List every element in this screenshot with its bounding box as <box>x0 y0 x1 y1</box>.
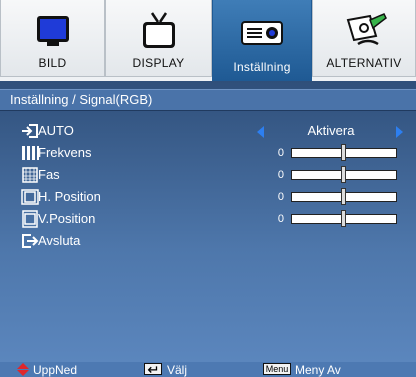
tab-bar: BILD DISPLAY Inställning ALTERNATIV <box>0 0 416 81</box>
menu-key-icon: Menu <box>263 363 291 375</box>
slider-thumb[interactable] <box>341 144 346 161</box>
h-position-icon <box>21 189 39 205</box>
h-position-slider[interactable] <box>291 188 397 205</box>
page-title: Inställning / Signal(RGB) <box>10 92 153 107</box>
enter-key-icon <box>144 363 162 375</box>
arrow-right-icon[interactable] <box>396 126 403 138</box>
menu-item-label: Frekvens <box>38 145 92 160</box>
menu-item-label: Fas <box>38 167 60 182</box>
auto-value: Aktivera <box>307 123 355 138</box>
footer-updown-label: UppNed <box>33 363 78 377</box>
v-position-slider[interactable] <box>291 210 397 227</box>
projector-osd: BILD DISPLAY Inställning ALTERNATIV Inst… <box>0 0 416 377</box>
footer-select-label: Välj <box>167 363 188 377</box>
menu-item-auto[interactable]: AUTO Aktivera <box>0 121 416 141</box>
settings-panel: Inställning / Signal(RGB) AUTO Aktivera … <box>0 81 416 362</box>
monitor-icon <box>36 16 69 46</box>
arrow-left-icon[interactable] <box>257 126 264 138</box>
phase-grid-icon <box>22 167 38 183</box>
options-pencil-icon <box>346 13 387 46</box>
exit-icon <box>22 234 39 248</box>
tab-label: DISPLAY <box>132 56 185 70</box>
menu-item-label: AUTO <box>38 123 74 138</box>
frequency-bars-icon <box>22 146 39 160</box>
slider-value: 0 <box>277 191 284 203</box>
menu-item-label: Avsluta <box>38 233 81 248</box>
v-position-icon <box>22 210 38 228</box>
menu-item-label: V.Position <box>38 211 96 226</box>
tab-display[interactable]: DISPLAY <box>105 0 212 77</box>
tab-label: ALTERNATIV <box>326 56 402 70</box>
tab-bild[interactable]: BILD <box>0 0 105 77</box>
projector-icon <box>241 21 283 45</box>
slider-value: 0 <box>277 169 284 181</box>
menu-item-v-position[interactable]: V.Position 0 <box>0 209 416 229</box>
tab-label: Inställning <box>233 60 291 74</box>
menu-item-label: H. Position <box>38 189 101 204</box>
menu-item-fas[interactable]: Fas 0 <box>0 165 416 185</box>
menu-item-frekvens[interactable]: Frekvens 0 <box>0 143 416 163</box>
footer-menu-off-label: Meny Av <box>295 363 341 377</box>
input-icon <box>22 124 38 138</box>
tv-icon <box>142 12 175 48</box>
panel-header: Inställning / Signal(RGB) <box>0 89 416 111</box>
slider-thumb[interactable] <box>341 188 346 205</box>
frekvens-slider[interactable] <box>291 144 397 161</box>
tab-alternativ[interactable]: ALTERNATIV <box>312 0 416 77</box>
tab-label: BILD <box>38 56 67 70</box>
fas-slider[interactable] <box>291 166 397 183</box>
slider-value: 0 <box>277 147 284 159</box>
up-down-arrows-icon <box>17 363 29 376</box>
footer-bar: UppNed Välj Menu Meny Av <box>0 362 416 377</box>
menu-item-avsluta[interactable]: Avsluta <box>0 231 416 251</box>
slider-thumb[interactable] <box>341 210 346 227</box>
slider-value: 0 <box>277 213 284 225</box>
slider-thumb[interactable] <box>341 166 346 183</box>
menu-item-h-position[interactable]: H. Position 0 <box>0 187 416 207</box>
tab-installning[interactable]: Inställning <box>212 0 312 81</box>
